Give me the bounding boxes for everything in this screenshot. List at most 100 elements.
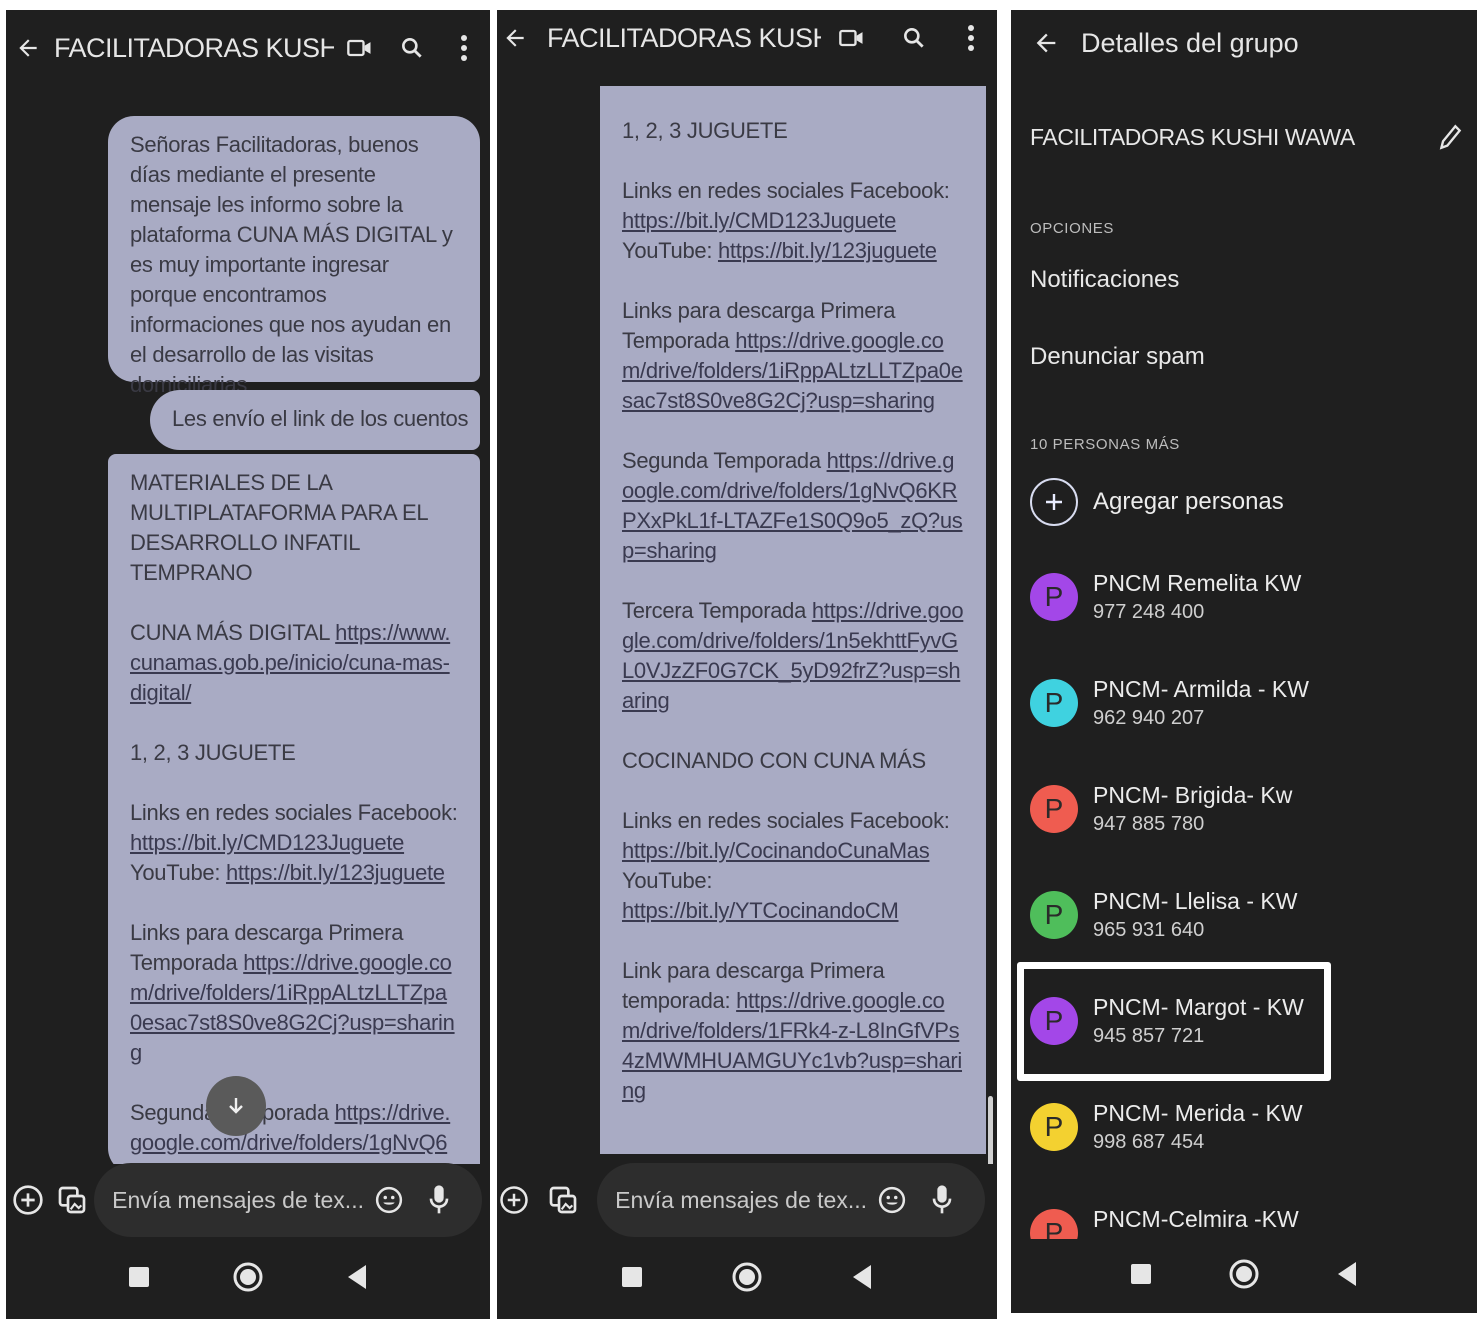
- chat-title[interactable]: FACILITADORAS KUSH...: [533, 23, 821, 54]
- add-person-icon: [1030, 478, 1078, 526]
- participant-info: PNCM- Llelisa - KW 965 931 640: [1093, 886, 1297, 944]
- participant-name: PNCM Remelita KW: [1093, 570, 1302, 596]
- message-link[interactable]: https://bit.ly/123juguete: [226, 860, 445, 885]
- participant-phone: 947 885 780: [1093, 813, 1205, 835]
- square-nav-icon[interactable]: [621, 1266, 643, 1293]
- scrollbar[interactable]: [988, 1096, 993, 1164]
- participant-phone: 998 687 454: [1093, 1131, 1205, 1153]
- edit-pencil-icon[interactable]: [1437, 122, 1463, 157]
- system-nav-bar: [6, 1239, 490, 1319]
- message-text: Links para descarga Primera Temporada ht…: [622, 298, 963, 413]
- participant-name: PNCM- Llelisa - KW: [1093, 888, 1298, 914]
- add-people-button[interactable]: Agregar personas: [1030, 474, 1284, 530]
- details-top-bar: Detalles del grupo: [1011, 10, 1477, 76]
- message-text: Link para descarga Primera temporada: ht…: [622, 958, 963, 1103]
- search-icon[interactable]: [386, 35, 438, 61]
- page-title: Detalles del grupo: [1081, 27, 1299, 58]
- message-link[interactable]: https://bit.ly/CocinandoCunaMas: [622, 838, 930, 863]
- message-text: 1, 2, 3 JUGUETE: [622, 118, 788, 143]
- participant-name: PNCM-Celmira -KW: [1093, 1206, 1299, 1232]
- scroll-down-button[interactable]: [206, 1076, 266, 1136]
- participant-info: PNCM Remelita KW 977 248 400: [1093, 568, 1301, 626]
- scroll-down-icon: [229, 1098, 243, 1114]
- arrow-back-icon[interactable]: [6, 35, 50, 61]
- mic-icon[interactable]: [414, 1184, 464, 1216]
- chat-title[interactable]: FACILITADORAS KUSH...: [50, 33, 334, 64]
- add-circle-icon[interactable]: [6, 1184, 50, 1216]
- message-bubble[interactable]: 1, 2, 3 JUGUETE Links en redes sociales …: [600, 86, 986, 1154]
- add-people-label: Agregar personas: [1093, 488, 1284, 515]
- message-link[interactable]: https://bit.ly/YTCocinandoCM: [622, 898, 899, 923]
- notifications-option[interactable]: Notificaciones: [1030, 266, 1179, 294]
- message-input[interactable]: Envía mensajes de tex...: [94, 1163, 482, 1237]
- message-text: COCINANDO CON CUNA MÁS: [622, 748, 926, 773]
- more-vert-icon[interactable]: [438, 34, 490, 62]
- participant-name: PNCM- Brigida- Kw: [1093, 782, 1293, 808]
- message-link[interactable]: https://bit.ly/CMD123Juguete: [622, 208, 896, 233]
- search-icon[interactable]: [883, 25, 945, 51]
- report-spam-option[interactable]: Denunciar spam: [1030, 343, 1205, 371]
- participant-name: PNCM- Armilda - KW: [1093, 676, 1309, 702]
- home-nav-icon[interactable]: [233, 1262, 263, 1297]
- arrow-back-icon[interactable]: [1011, 29, 1081, 57]
- chat-top-bar: FACILITADORAS KUSH...: [6, 10, 490, 86]
- section-label-people: 10 PERSONAS MÁS: [1030, 436, 1180, 453]
- message-link[interactable]: https://bit.ly/123juguete: [718, 238, 937, 263]
- square-nav-icon[interactable]: [128, 1266, 150, 1293]
- message-bubble[interactable]: Señoras Facilitadoras, buenos días media…: [108, 116, 480, 397]
- participant-info: PNCM- Armilda - KW 962 940 207: [1093, 674, 1309, 732]
- back-nav-icon[interactable]: [346, 1264, 368, 1295]
- message-bubble[interactable]: MATERIALES DE LA MULTIPLATAFORMA PARA EL…: [108, 454, 480, 1164]
- arrow-back-icon[interactable]: [497, 25, 533, 51]
- gallery-icon[interactable]: [50, 1184, 94, 1216]
- add-circle-icon[interactable]: [499, 1184, 529, 1216]
- selection-highlight: [1017, 962, 1331, 1081]
- participant-row[interactable]: P PNCM Remelita KW 977 248 400: [1030, 552, 1457, 642]
- home-nav-icon[interactable]: [1229, 1259, 1259, 1294]
- more-vert-icon[interactable]: [945, 24, 997, 52]
- chat-top-bar: FACILITADORAS KUSH...: [497, 10, 997, 66]
- participant-row[interactable]: P PNCM- Brigida- Kw 947 885 780: [1030, 764, 1457, 854]
- home-nav-icon[interactable]: [732, 1262, 762, 1297]
- avatar: P: [1030, 573, 1078, 621]
- chat-screen-1: FACILITADORAS KUSH... Señoras Facilitado…: [6, 10, 490, 1319]
- square-nav-icon[interactable]: [1130, 1263, 1152, 1290]
- emoji-icon[interactable]: [867, 1185, 917, 1215]
- avatar: P: [1030, 891, 1078, 939]
- message-bubble[interactable]: Les envío el link de los cuentos: [150, 390, 480, 450]
- message-text: Segunda Temporada https://drive.google.c…: [130, 1098, 458, 1164]
- participant-info: PNCM- Brigida- Kw 947 885 780: [1093, 780, 1292, 838]
- avatar: P: [1030, 1103, 1078, 1151]
- message-text: CUNA MÁS DIGITAL https://www.cunamas.gob…: [130, 620, 451, 705]
- system-nav-bar: [1011, 1239, 1477, 1313]
- system-nav-bar: [497, 1239, 997, 1319]
- composer-bar: Envía mensajes de tex...: [497, 1161, 997, 1239]
- message-input[interactable]: Envía mensajes de tex...: [597, 1163, 985, 1237]
- composer-bar: Envía mensajes de tex...: [6, 1161, 490, 1239]
- video-call-icon[interactable]: [821, 24, 883, 52]
- message-link[interactable]: https://bit.ly/CMD123Juguete: [130, 830, 404, 855]
- back-nav-icon[interactable]: [851, 1264, 873, 1295]
- message-list[interactable]: Señoras Facilitadoras, buenos días media…: [6, 86, 490, 1164]
- participant-row[interactable]: P PNCM- Armilda - KW 962 940 207: [1030, 658, 1457, 748]
- participant-phone: 965 931 640: [1093, 919, 1205, 941]
- emoji-icon[interactable]: [364, 1185, 414, 1215]
- video-call-icon[interactable]: [334, 34, 386, 62]
- message-text: Les envío el link de los cuentos: [172, 406, 469, 431]
- message-text: Segunda Temporada https://drive.google.c…: [622, 448, 963, 563]
- message-text: Links para descarga Primera Temporada ht…: [130, 920, 455, 1065]
- avatar: P: [1030, 785, 1078, 833]
- section-label-options: OPCIONES: [1030, 220, 1114, 237]
- message-text: Tercera Temporada https://drive.google.c…: [622, 598, 964, 713]
- message-list[interactable]: 1, 2, 3 JUGUETE Links en redes sociales …: [497, 86, 997, 1164]
- participant-phone: 977 248 400: [1093, 601, 1205, 623]
- participant-phone: 962 940 207: [1093, 707, 1205, 729]
- gallery-icon[interactable]: [529, 1184, 597, 1216]
- back-nav-icon[interactable]: [1336, 1261, 1358, 1292]
- message-text: 1, 2, 3 JUGUETE: [130, 740, 296, 765]
- message-text: Señoras Facilitadoras, buenos días media…: [130, 132, 453, 397]
- message-text: Links en redes sociales Facebook: https:…: [622, 178, 950, 263]
- participant-row[interactable]: P PNCM- Llelisa - KW 965 931 640: [1030, 870, 1457, 960]
- mic-icon[interactable]: [917, 1184, 967, 1216]
- participant-row[interactable]: P PNCM- Merida - KW 998 687 454: [1030, 1082, 1457, 1172]
